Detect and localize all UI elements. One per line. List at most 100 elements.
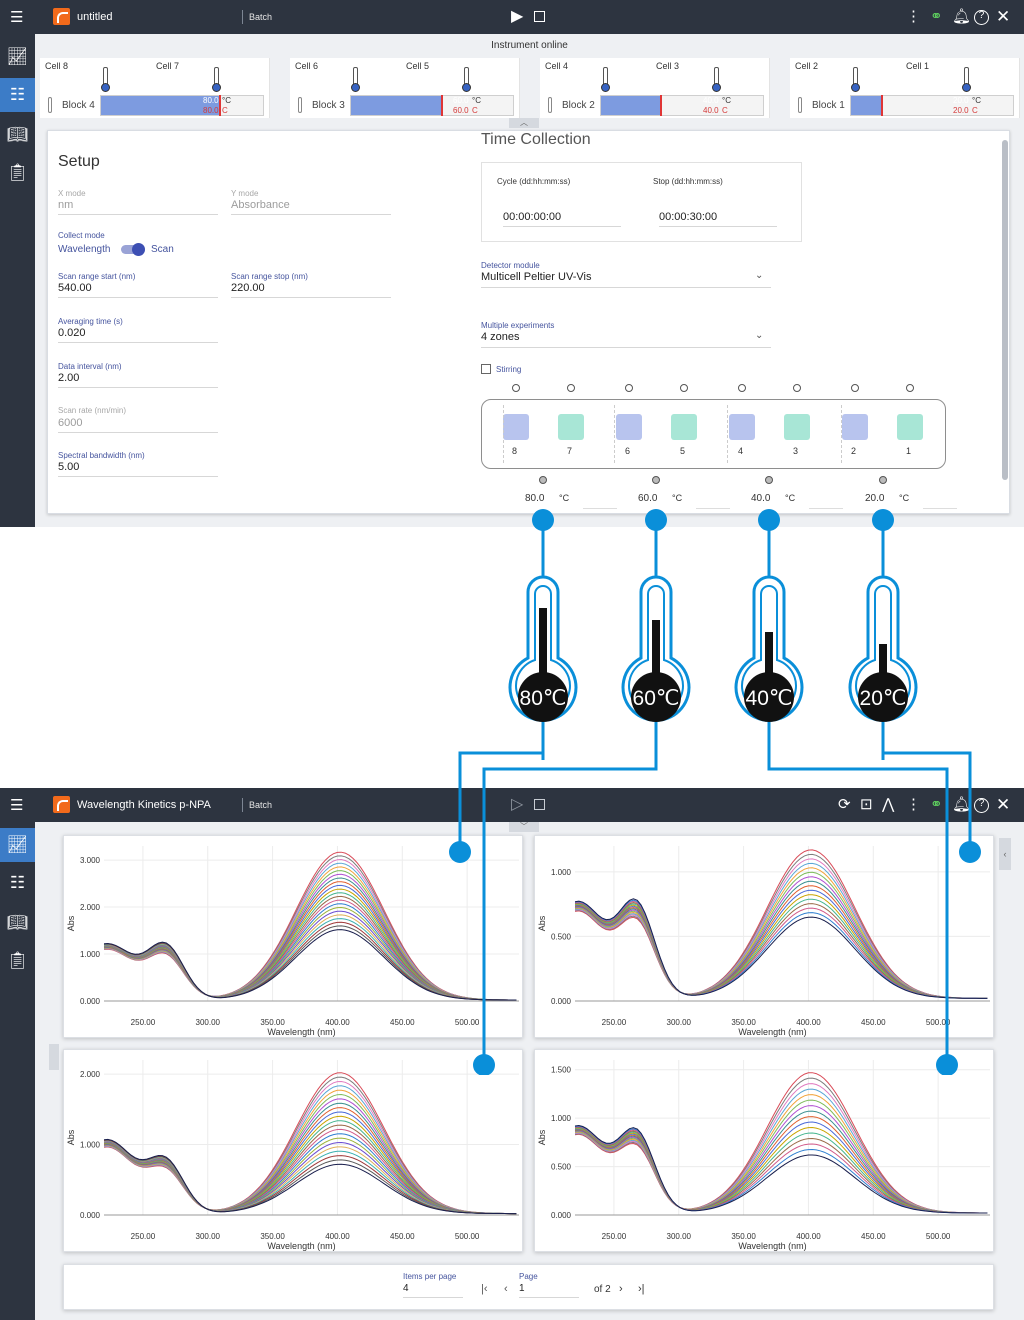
- y-axis-label: Abs: [537, 1129, 547, 1145]
- connection-icon[interactable]: ⚭: [930, 9, 943, 24]
- cell-number: 4: [738, 446, 744, 456]
- detector-label: Detector module: [481, 261, 540, 270]
- block-temp-marker: [441, 95, 444, 116]
- block-temp-marker: [219, 95, 222, 116]
- thermometer-bulb: [351, 83, 360, 92]
- items-per-page-select[interactable]: 4: [403, 1283, 463, 1298]
- connector-dot: [532, 509, 554, 531]
- stirring-checkbox[interactable]: [481, 364, 491, 374]
- temp-unit: C: [222, 106, 228, 115]
- close-icon[interactable]: ✕: [996, 8, 1010, 25]
- bandwidth-input[interactable]: 5.00: [58, 461, 218, 477]
- block-set-temp: 80.0: [203, 96, 219, 105]
- x-tick-label: 350.00: [260, 1232, 285, 1241]
- scan-stop-input[interactable]: 220.00: [231, 282, 391, 298]
- page-label: Page: [519, 1272, 538, 1281]
- play-icon[interactable]: ▶: [511, 9, 523, 25]
- top-sidebar: 📈︎ ☷ 📖︎ 📋︎: [0, 34, 35, 527]
- zone-sensor-icon: [879, 476, 887, 484]
- thermometer-bulb: [851, 83, 860, 92]
- cuvette[interactable]: [729, 414, 755, 440]
- cell-label: Cell 3: [656, 61, 680, 71]
- cell-led-icon: [906, 384, 914, 392]
- series-line: [574, 1099, 988, 1214]
- cuvette[interactable]: [671, 414, 697, 440]
- sidebar-item-methods[interactable]: 📖︎: [0, 118, 35, 152]
- time-collection-box: [481, 162, 802, 242]
- thermometer-label: 20℃: [860, 687, 907, 710]
- cell-number: 2: [851, 446, 857, 456]
- block-set-temp: 20.0: [953, 96, 969, 105]
- cycle-input[interactable]: 00:00:00:00: [503, 211, 621, 227]
- multiple-chevron-down-icon[interactable]: ⌄: [755, 330, 763, 341]
- block-temp-marker: [880, 95, 883, 116]
- first-page-icon[interactable]: |‹: [481, 1283, 488, 1295]
- app-logo: [53, 8, 70, 25]
- menu-icon[interactable]: ☰: [10, 10, 23, 25]
- cuvette[interactable]: [784, 414, 810, 440]
- stop-input[interactable]: 00:00:30:00: [659, 211, 777, 227]
- holder-divider: [503, 405, 504, 463]
- next-page-icon[interactable]: ›: [619, 1283, 623, 1295]
- cell-led-icon: [738, 384, 746, 392]
- stop-icon[interactable]: [534, 11, 545, 22]
- temp-unit: °C: [722, 96, 731, 105]
- bandwidth-label: Spectral bandwidth (nm): [58, 451, 145, 460]
- cell-holder: [481, 399, 946, 469]
- data-interval-input[interactable]: 2.00: [58, 372, 218, 388]
- bell-icon[interactable]: 🔔︎: [952, 9, 971, 24]
- series-line: [574, 1088, 988, 1214]
- thermometer-label: 80℃: [520, 687, 567, 710]
- cuvette[interactable]: [503, 414, 529, 440]
- cuvette[interactable]: [558, 414, 584, 440]
- series-line: [574, 1105, 988, 1214]
- connector-dot: [758, 509, 780, 531]
- temp-unit: C: [472, 106, 478, 115]
- top-app-bar: ☰ untitled Batch ▶ ⋮ ⚭ 🔔︎ ? ✕: [0, 0, 1024, 34]
- x-tick-label: 250.00: [131, 1232, 156, 1241]
- connector-dot: [872, 509, 894, 531]
- chart-panel-3: 250.00 300.00 350.00 400.00 450.00 500.00 0.00…: [63, 1049, 523, 1252]
- sidebar-item-setup[interactable]: ☷: [0, 78, 35, 112]
- sidebar-item-reports[interactable]: 📋︎: [0, 156, 35, 190]
- thermometer-label: 40℃: [746, 687, 793, 710]
- x-tick-label: 350.00: [731, 1232, 756, 1241]
- page-input[interactable]: 1: [519, 1283, 579, 1298]
- thermometer-level: [879, 644, 887, 675]
- collect-scan-label: Scan: [151, 244, 174, 255]
- holder-divider: [614, 405, 615, 463]
- thermometer-label: 60℃: [633, 687, 680, 710]
- cuvette[interactable]: [616, 414, 642, 440]
- series-line: [103, 1133, 517, 1215]
- help-icon[interactable]: ?: [974, 10, 989, 25]
- cell-led-icon: [512, 384, 520, 392]
- instrument-status: Instrument online: [491, 40, 568, 51]
- sidebar-item-analysis[interactable]: 📈︎: [0, 40, 35, 74]
- prev-page-icon[interactable]: ‹: [504, 1283, 508, 1295]
- time-collection-title: Time Collection: [481, 131, 591, 148]
- cell-number: 8: [512, 446, 518, 456]
- temp-unit: C: [972, 106, 978, 115]
- collect-mode-toggle[interactable]: [121, 243, 145, 256]
- x-mode-label: X mode: [58, 189, 86, 198]
- thermometer-bulb: [462, 83, 471, 92]
- collapse-toggle[interactable]: ︿: [509, 118, 539, 128]
- more-icon[interactable]: ⋮: [906, 9, 921, 24]
- block-temp-fill: [101, 96, 220, 115]
- cuvette[interactable]: [897, 414, 923, 440]
- detector-chevron-down-icon[interactable]: ⌄: [755, 270, 763, 281]
- cuvette[interactable]: [842, 414, 868, 440]
- thermometer-bulb: [601, 83, 610, 92]
- cell-label: Cell 5: [406, 61, 430, 71]
- detector-select[interactable]: Multicell Peltier UV-Vis: [481, 271, 771, 288]
- cell-number: 5: [680, 446, 686, 456]
- multiple-select[interactable]: 4 zones: [481, 331, 771, 348]
- scan-start-label: Scan range start (nm): [58, 272, 136, 281]
- scan-start-input[interactable]: 540.00: [58, 282, 218, 298]
- zone-sensor-icon: [539, 476, 547, 484]
- cell-number: 6: [625, 446, 631, 456]
- last-page-icon[interactable]: ›|: [638, 1283, 645, 1295]
- y-mode-field: Absorbance: [231, 199, 391, 215]
- avg-time-input[interactable]: 0.020: [58, 327, 218, 343]
- setup-scrollbar[interactable]: [1002, 140, 1008, 480]
